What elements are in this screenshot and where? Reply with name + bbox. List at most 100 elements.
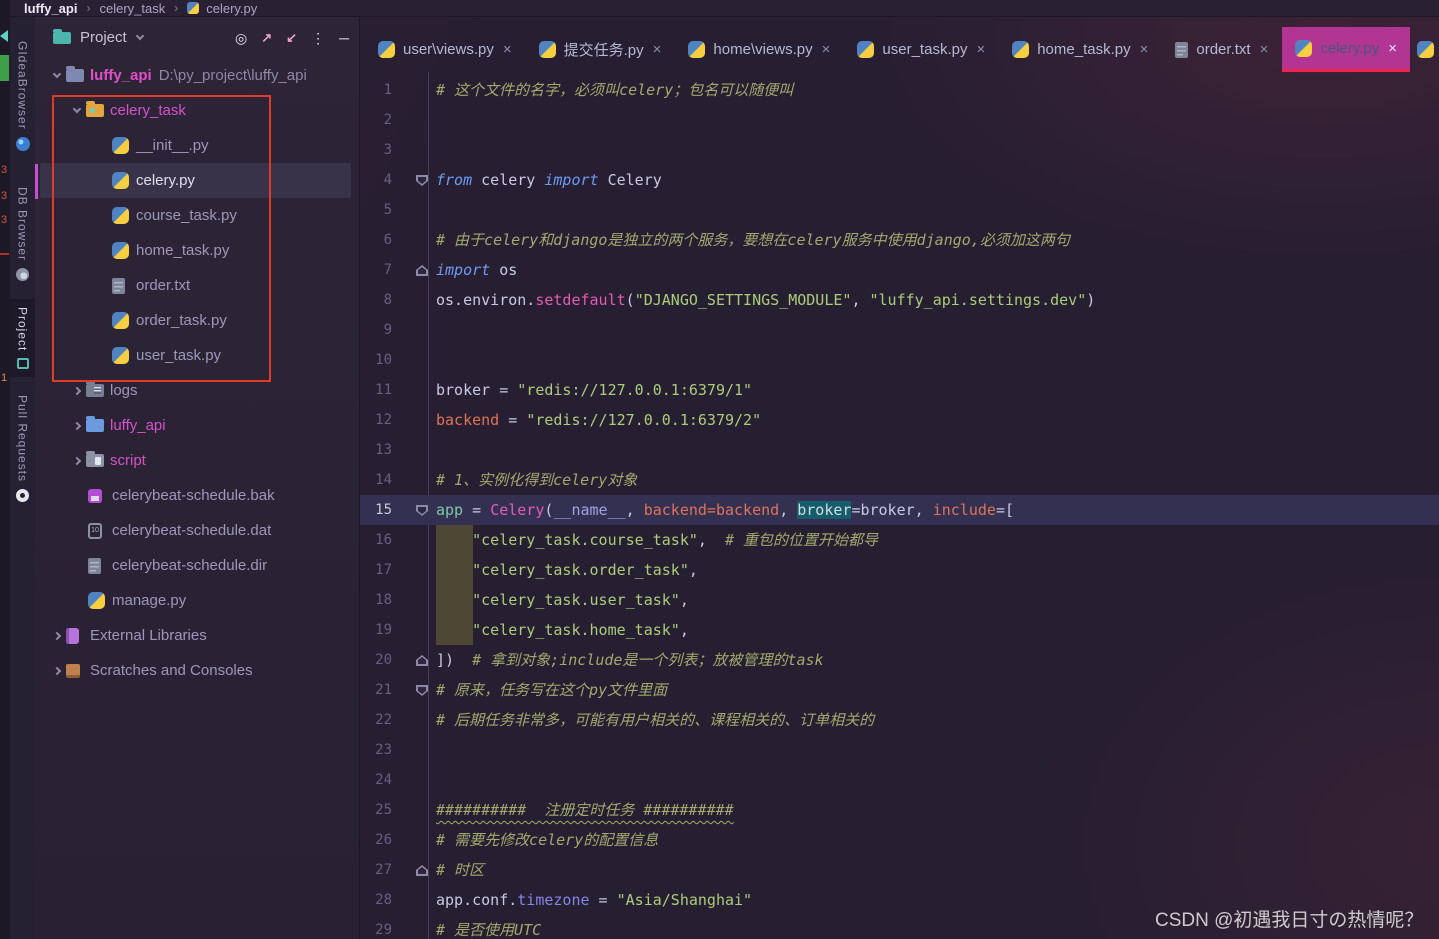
code-line[interactable]: 9 <box>360 315 1439 345</box>
tree-item[interactable]: celery.py <box>40 163 351 198</box>
tool-window-button[interactable]: Project <box>10 299 35 378</box>
fold-marker-icon[interactable] <box>416 175 428 186</box>
tree-item[interactable]: luffy_api <box>40 408 351 443</box>
close-icon[interactable]: × <box>822 41 831 58</box>
tree-item[interactable]: celerybeat-schedule.dir <box>40 548 351 583</box>
collapse-icon[interactable]: ↙ <box>286 31 297 44</box>
kebab-menu-icon[interactable]: ⋮ <box>311 31 325 45</box>
tree-item[interactable]: order.txt <box>40 268 351 303</box>
close-icon[interactable]: × <box>1388 40 1397 57</box>
editor-tab[interactable]: celery.py × <box>1282 27 1411 72</box>
code-line[interactable]: 6 # 由于celery和django是独立的两个服务，要想在celery服务中使… <box>360 225 1439 255</box>
code-text: broker = "redis://127.0.0.1:6379/1" <box>436 375 752 405</box>
breadcrumb-item[interactable]: luffy_api <box>24 1 77 16</box>
code-line[interactable]: 2 <box>360 105 1439 135</box>
tree-item[interactable]: course_task.py <box>40 198 351 233</box>
tree-item[interactable]: order_task.py <box>40 303 351 338</box>
sliver-red-dash <box>0 253 9 255</box>
text-file-icon <box>88 557 101 574</box>
tool-window-button[interactable]: DB Browser <box>10 187 35 282</box>
editor-tab[interactable]: home\views.py × <box>675 27 843 72</box>
tree-item[interactable]: script <box>40 443 351 478</box>
expand-icon[interactable]: ↗ <box>261 31 272 44</box>
tree-item[interactable]: user_task.py <box>40 338 351 373</box>
code-line[interactable]: 1 # 这个文件的名字，必须叫celery；包名可以随便叫 <box>360 75 1439 105</box>
locate-file-icon[interactable]: ◎ <box>235 31 247 45</box>
close-icon[interactable]: × <box>503 41 512 58</box>
hide-panel-icon[interactable]: ─ <box>339 31 349 45</box>
chevron-right-icon[interactable] <box>72 456 82 465</box>
close-icon[interactable]: × <box>653 41 662 58</box>
sliver-green-block <box>0 55 9 81</box>
tree-item[interactable]: manage.py <box>40 583 351 618</box>
code-line[interactable]: 3 <box>360 135 1439 165</box>
code-text: # 由于celery和django是独立的两个服务，要想在celery服务中使用… <box>436 225 1070 255</box>
tree-item[interactable]: celery_task <box>40 93 351 128</box>
code-line[interactable]: 17 "celery_task.order_task", <box>360 555 1439 585</box>
line-number: 13 <box>375 442 392 458</box>
chevron-right-icon[interactable] <box>72 421 82 430</box>
tree-item[interactable]: home_task.py <box>40 233 351 268</box>
editor-tab[interactable]: 提交任务.py × <box>526 27 675 72</box>
code-line[interactable]: 22 # 后期任务非常多，可能有用户相关的、课程相关的、订单相关的 <box>360 705 1439 735</box>
code-line[interactable]: 8 os.environ.setdefault("DJANGO_SETTINGS_… <box>360 285 1439 315</box>
code-line[interactable]: 25 ########## 注册定时任务 ########## <box>360 795 1439 825</box>
code-line[interactable]: 5 <box>360 195 1439 225</box>
editor-tab[interactable]: order.txt × <box>1162 27 1281 72</box>
code-line[interactable]: 27 # 时区 <box>360 855 1439 885</box>
fold-marker-icon[interactable] <box>416 505 428 516</box>
code-editor[interactable]: 1 # 这个文件的名字，必须叫celery；包名可以随便叫 2 3 4 from cele… <box>360 72 1439 939</box>
code-line[interactable]: 4 from celery import Celery <box>360 165 1439 195</box>
code-line[interactable]: 12 backend = "redis://127.0.0.1:6379/2" <box>360 405 1439 435</box>
chevron-right-icon[interactable] <box>52 631 62 640</box>
code-line[interactable]: 23 <box>360 735 1439 765</box>
tool-window-button[interactable]: Pull Requests <box>10 395 35 503</box>
editor-tab[interactable] <box>1411 27 1439 72</box>
breadcrumb-item[interactable]: celery.py <box>206 1 257 16</box>
code-line[interactable]: 15 app = Celery(__name__, backend=backend… <box>360 495 1439 525</box>
editor-tab[interactable]: user\views.py × <box>365 27 525 72</box>
tree-item[interactable]: luffy_api D:\py_project\luffy_api <box>40 58 351 93</box>
chevron-down-icon[interactable] <box>135 31 144 41</box>
fold-marker-icon[interactable] <box>416 265 428 276</box>
editor-area[interactable]: user\views.py × 提交任务.py × home\views.py × user… <box>360 17 1439 939</box>
close-icon[interactable]: × <box>1140 41 1149 58</box>
tool-window-button[interactable]: GIdeaBrowser <box>10 41 35 151</box>
chevron-right-icon[interactable] <box>52 666 62 675</box>
code-line[interactable]: 11 broker = "redis://127.0.0.1:6379/1" <box>360 375 1439 405</box>
chevron-down-icon[interactable] <box>72 104 82 114</box>
tree-item[interactable]: __init__.py <box>40 128 351 163</box>
code-line[interactable]: 16 "celery_task.course_task", # 重包的位置开始都… <box>360 525 1439 555</box>
close-icon[interactable]: × <box>1260 41 1269 58</box>
code-token: ( <box>625 291 635 309</box>
chevron-down-icon[interactable] <box>52 69 62 79</box>
breadcrumb-item[interactable]: celery_task <box>99 1 165 16</box>
code-line[interactable]: 21 # 原来，任务写在这个py文件里面 <box>360 675 1439 705</box>
tree-item[interactable]: 10 celerybeat-schedule.dat <box>40 513 351 548</box>
fold-marker-icon[interactable] <box>416 655 428 666</box>
tree-item[interactable]: celerybeat-schedule.bak <box>40 478 351 513</box>
chevron-right-icon[interactable] <box>72 386 82 395</box>
line-number: 15 <box>375 502 392 518</box>
code-line[interactable]: 24 <box>360 765 1439 795</box>
editor-tab[interactable]: home_task.py × <box>999 27 1161 72</box>
code-line[interactable]: 14 # 1、实例化得到celery对象 <box>360 465 1439 495</box>
python-icon <box>88 592 105 609</box>
code-line[interactable]: 13 <box>360 435 1439 465</box>
code-line[interactable]: 18 "celery_task.user_task", <box>360 585 1439 615</box>
close-icon[interactable]: × <box>976 41 985 58</box>
code-line[interactable]: 19 "celery_task.home_task", <box>360 615 1439 645</box>
code-line[interactable]: 26 # 需要先修改celery的配置信息 <box>360 825 1439 855</box>
code-token: "luffy_api.settings.dev" <box>869 291 1087 309</box>
code-line[interactable]: 10 <box>360 345 1439 375</box>
dat-file-icon: 10 <box>88 522 102 539</box>
code-line[interactable]: 20]) # 拿到对象;include是一个列表；放被管理的task <box>360 645 1439 675</box>
code-line[interactable]: 7 import os <box>360 255 1439 285</box>
fold-marker-icon[interactable] <box>416 865 428 876</box>
tree-item[interactable]: Scratches and Consoles <box>40 653 351 688</box>
tree-item[interactable]: External Libraries <box>40 618 351 653</box>
editor-tab[interactable]: user_task.py × <box>844 27 998 72</box>
fold-marker-icon[interactable] <box>416 685 428 696</box>
line-number: 11 <box>375 382 392 398</box>
tree-item[interactable]: logs <box>40 373 351 408</box>
